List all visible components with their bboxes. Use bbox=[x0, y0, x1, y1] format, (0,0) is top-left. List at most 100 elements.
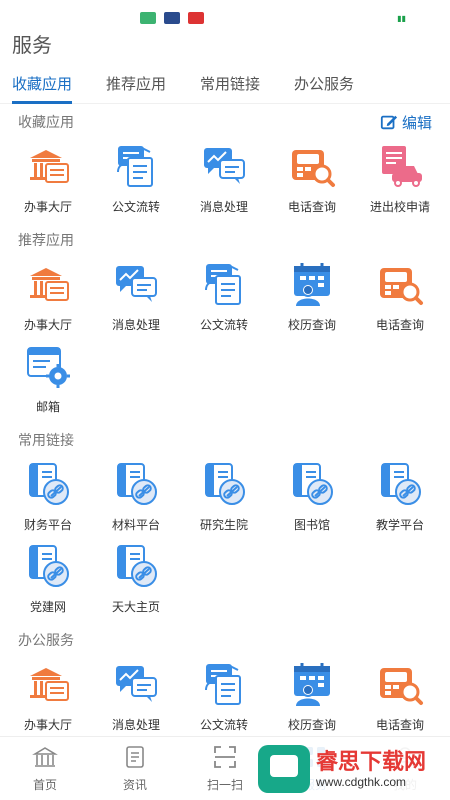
app-label: 邮箱 bbox=[35, 400, 60, 414]
app-item[interactable]: 电话查询 bbox=[356, 658, 444, 736]
nav-label: 首页 bbox=[32, 778, 57, 792]
app-item[interactable]: 办事大厅 bbox=[4, 258, 92, 340]
office-section: 办公服务 办事大厅 消息处理 公文流转 校历查询 电话查询 bbox=[0, 622, 450, 736]
app-item[interactable]: 校历查询 bbox=[268, 258, 356, 340]
app-label: 消息处理 bbox=[199, 200, 248, 214]
app-label: 教学平台 bbox=[375, 518, 424, 532]
app-item[interactable]: 邮箱 bbox=[4, 340, 92, 422]
app-label: 天大主页 bbox=[111, 600, 160, 614]
recommended-section: 推荐应用 办事大厅 消息处理 公文流转 校历查询 电话查询邮箱 bbox=[0, 222, 450, 422]
app-label: 公文流转 bbox=[199, 718, 248, 732]
app-label: 图书馆 bbox=[293, 518, 330, 532]
app-label: 电话查询 bbox=[287, 200, 336, 214]
service-content[interactable]: 收藏应用 编辑 办事大厅 公文流转 消息处理 电话查询 进出校申请 推荐应用 办事大厅消… bbox=[0, 104, 450, 736]
app-item[interactable]: 财务平台 bbox=[4, 458, 92, 540]
link-doc-icon bbox=[22, 540, 74, 592]
hall-icon bbox=[22, 658, 74, 710]
watermark: 睿思下载网 www.cdgthk.com bbox=[252, 740, 448, 798]
app-item[interactable]: 办事大厅 bbox=[4, 658, 92, 736]
status-icons bbox=[140, 12, 204, 24]
nav-news[interactable]: 资讯 bbox=[90, 737, 180, 800]
phone-icon bbox=[286, 140, 338, 192]
car-icon bbox=[374, 140, 426, 192]
edit-button[interactable]: 编辑 bbox=[380, 112, 432, 133]
app-item[interactable]: 材料平台 bbox=[92, 458, 180, 540]
app-item[interactable]: 进出校申请 bbox=[356, 140, 444, 222]
app-item[interactable]: 电话查询 bbox=[268, 140, 356, 222]
phone-icon bbox=[374, 658, 426, 710]
status-bar: ▮▮ bbox=[0, 0, 450, 36]
app-item[interactable]: 公文流转 bbox=[180, 658, 268, 736]
watermark-title: 睿思下载网 bbox=[316, 749, 427, 774]
calendar-icon bbox=[286, 658, 338, 710]
watermark-url: www.cdgthk.com bbox=[316, 775, 407, 789]
scan-icon bbox=[214, 746, 236, 768]
app-label: 消息处理 bbox=[111, 318, 160, 332]
hall-icon bbox=[22, 140, 74, 192]
app-label: 财务平台 bbox=[23, 518, 72, 532]
nav-home[interactable]: 首页 bbox=[0, 737, 90, 800]
notification-icon bbox=[164, 12, 180, 24]
section-title: 办公服务 bbox=[18, 632, 74, 648]
nav-label: 资讯 bbox=[122, 778, 147, 792]
office-grid: 办事大厅 消息处理 公文流转 校历查询 电话查询 bbox=[0, 658, 450, 736]
app-item[interactable]: 天大主页 bbox=[92, 540, 180, 622]
app-label: 消息处理 bbox=[111, 718, 160, 732]
app-item[interactable]: 公文流转 bbox=[180, 258, 268, 340]
section-header: 办公服务 bbox=[0, 622, 450, 658]
app-label: 进出校申请 bbox=[369, 200, 430, 214]
app-label: 电话查询 bbox=[375, 318, 424, 332]
app-item[interactable]: 消息处理 bbox=[92, 258, 180, 340]
news-icon bbox=[126, 746, 144, 768]
link-doc-icon bbox=[22, 458, 74, 510]
home-icon bbox=[32, 747, 58, 767]
app-label: 办事大厅 bbox=[23, 318, 72, 332]
section-header: 常用链接 bbox=[0, 422, 450, 458]
app-item[interactable]: 公文流转 bbox=[92, 140, 180, 222]
app-label: 材料平台 bbox=[111, 518, 160, 532]
links-section: 常用链接 财务平台 材料平台 研究生院 图书馆 教学平台党建网 天大主页 bbox=[0, 422, 450, 622]
app-item[interactable]: 研究生院 bbox=[180, 458, 268, 540]
tab-recommended[interactable]: 推荐应用 bbox=[106, 72, 166, 104]
app-item[interactable]: 教学平台 bbox=[356, 458, 444, 540]
notification-icon bbox=[188, 12, 204, 24]
app-label: 公文流转 bbox=[111, 200, 160, 214]
edit-label: 编辑 bbox=[401, 114, 432, 132]
notification-icon bbox=[140, 12, 156, 24]
calendar-icon bbox=[286, 258, 338, 310]
app-item[interactable]: 图书馆 bbox=[268, 458, 356, 540]
tab-office[interactable]: 办公服务 bbox=[294, 72, 354, 104]
app-label: 研究生院 bbox=[199, 518, 248, 532]
app-item[interactable]: 电话查询 bbox=[356, 258, 444, 340]
tab-favorites[interactable]: 收藏应用 bbox=[12, 72, 73, 104]
section-title: 收藏应用 bbox=[18, 114, 74, 130]
hall-icon bbox=[22, 258, 74, 310]
document-flow-icon bbox=[198, 658, 250, 710]
message-icon bbox=[110, 658, 162, 710]
watermark-logo bbox=[258, 745, 310, 793]
app-item[interactable]: 消息处理 bbox=[92, 658, 180, 736]
tab-links[interactable]: 常用链接 bbox=[200, 72, 260, 104]
edit-icon bbox=[380, 115, 398, 130]
app-item[interactable]: 办事大厅 bbox=[4, 140, 92, 222]
app-label: 校历查询 bbox=[287, 318, 336, 332]
link-doc-icon bbox=[110, 458, 162, 510]
links-grid: 财务平台 材料平台 研究生院 图书馆 教学平台党建网 天大主页 bbox=[0, 458, 450, 622]
phone-icon bbox=[374, 258, 426, 310]
page-title: 服务 bbox=[12, 35, 52, 57]
section-title: 推荐应用 bbox=[18, 232, 74, 248]
document-flow-icon bbox=[110, 140, 162, 192]
app-item[interactable]: 党建网 bbox=[4, 540, 92, 622]
app-item[interactable]: 消息处理 bbox=[180, 140, 268, 222]
section-header: 收藏应用 编辑 bbox=[0, 104, 450, 140]
app-label: 党建网 bbox=[29, 600, 66, 614]
tab-bar: 收藏应用 推荐应用 常用链接 办公服务 bbox=[0, 72, 450, 104]
app-item[interactable]: 校历查询 bbox=[268, 658, 356, 736]
app-label: 电话查询 bbox=[375, 718, 424, 732]
favorites-section: 收藏应用 编辑 办事大厅 公文流转 消息处理 电话查询 进出校申请 bbox=[0, 104, 450, 222]
title-bar: 服务 bbox=[0, 36, 450, 72]
signal-icon: ▮▮ bbox=[397, 14, 406, 23]
section-header: 推荐应用 bbox=[0, 222, 450, 258]
message-icon bbox=[198, 140, 250, 192]
nav-label: 扫一扫 bbox=[206, 778, 243, 792]
